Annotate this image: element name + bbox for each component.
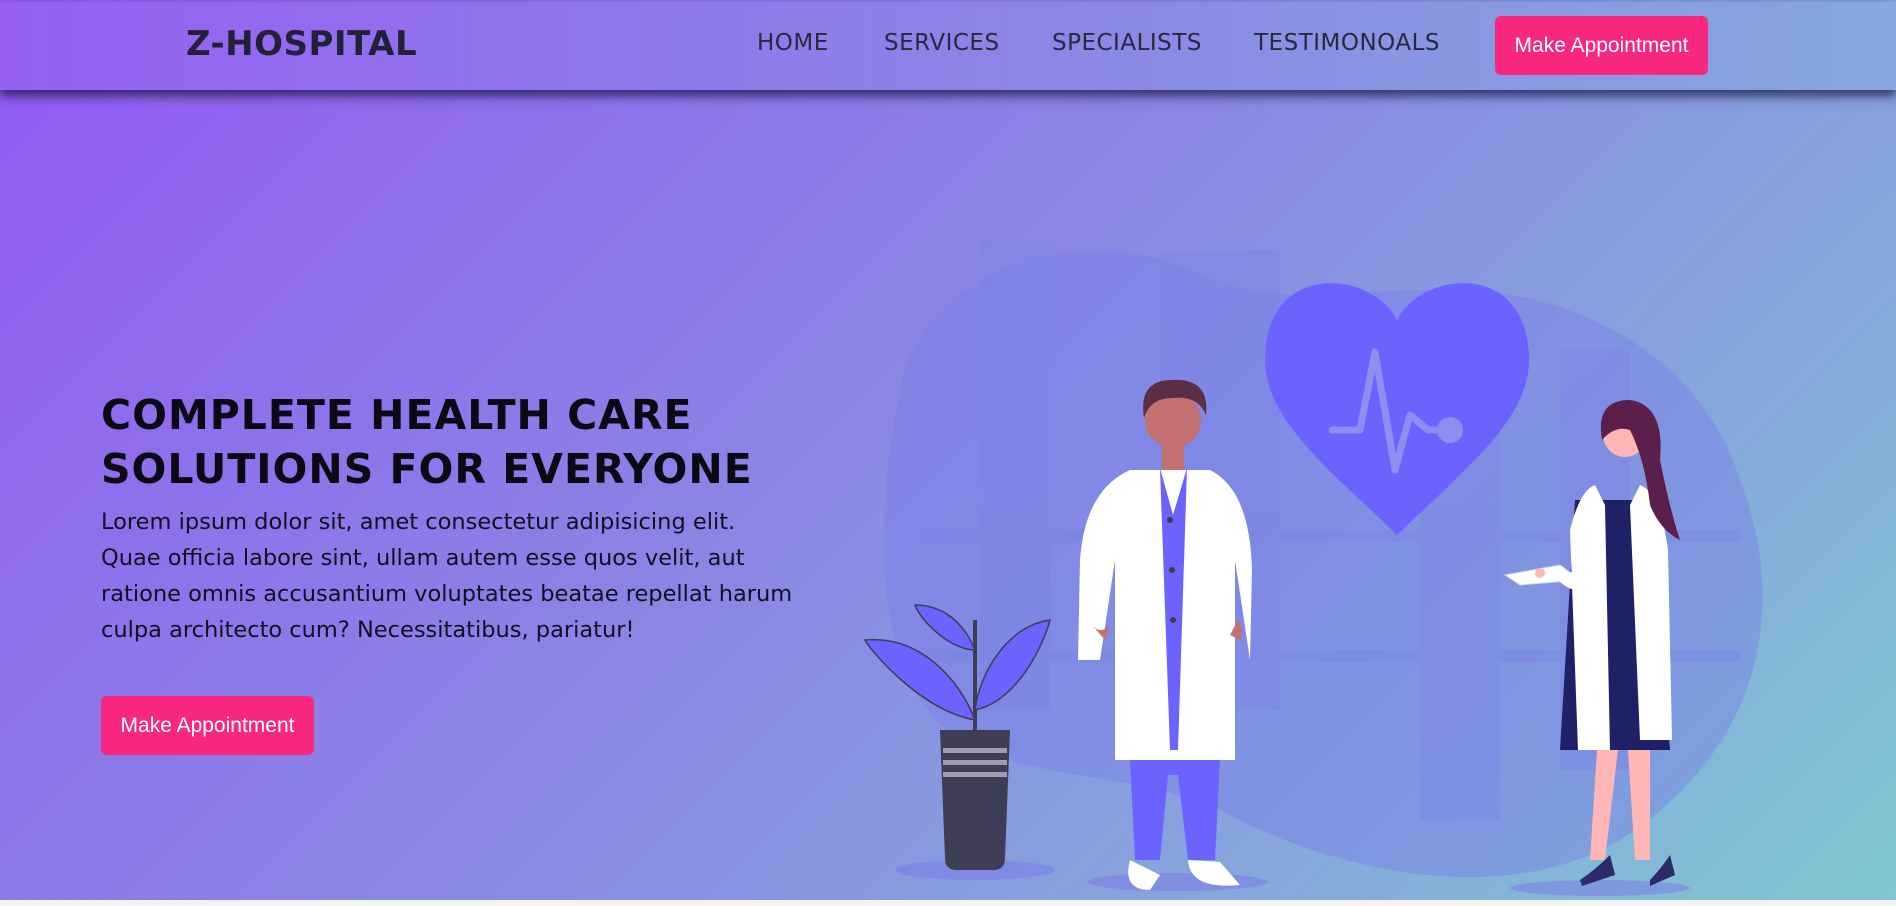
brand-logo[interactable]: Z-HOSPITAL [186, 24, 417, 64]
doctors-illustration [863, 240, 1763, 896]
hero-title: COMPLETE HEALTH CARE SOLUTIONS FOR EVERY… [101, 388, 801, 496]
nav-home[interactable]: HOME [757, 30, 829, 56]
make-appointment-hero-button[interactable]: Make Appointment [101, 696, 314, 755]
hero-description: Lorem ipsum dolor sit, amet consectetur … [101, 509, 793, 643]
nav-services[interactable]: SERVICES [884, 30, 1000, 56]
page: Z-HOSPITAL HOME SERVICES SPECIALISTS TES… [0, 0, 1896, 906]
navbar: Z-HOSPITAL HOME SERVICES SPECIALISTS TES… [0, 2, 1896, 90]
make-appointment-header-button[interactable]: Make Appointment [1495, 16, 1708, 75]
hero-title-line-1: COMPLETE HEALTH CARE [101, 391, 693, 439]
nav-testimonials[interactable]: TESTIMONOALS [1254, 30, 1440, 56]
nav-specialists[interactable]: SPECIALISTS [1052, 30, 1202, 56]
hero-title-line-2: SOLUTIONS FOR EVERYONE [101, 445, 753, 493]
